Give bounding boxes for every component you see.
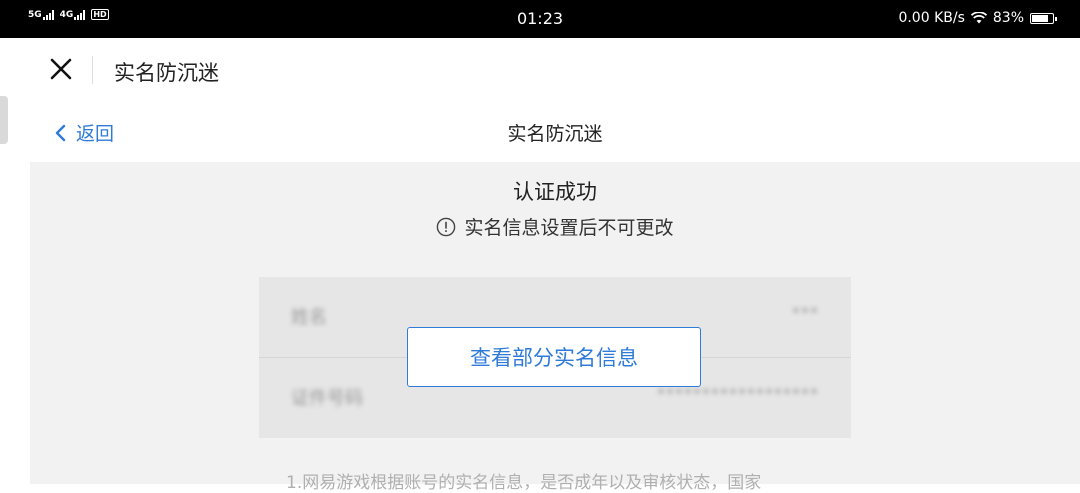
status-icons-right: 0.00 KB/s 83% <box>898 10 1057 26</box>
info-label-name: 姓名 <box>291 307 327 328</box>
success-title: 认证成功 <box>513 180 597 204</box>
close-icon[interactable] <box>48 56 74 82</box>
notice-text: 实名信息设置后不可更改 <box>464 217 674 239</box>
network-speed: 0.00 KB/s <box>898 10 965 26</box>
notice: 实名信息设置后不可更改 <box>30 213 1080 240</box>
content-area: 返回 实名防沉迷 认证成功 实名信息设置后不可更改 姓名 *** 证件号码 **… <box>30 102 1080 493</box>
outer-title: 实名防沉迷 <box>114 61 219 85</box>
inner-header: 返回 实名防沉迷 <box>30 102 1080 162</box>
info-label-id-number: 证件号码 <box>291 388 363 409</box>
edge-drag-handle[interactable] <box>0 96 8 144</box>
wifi-icon <box>970 12 987 24</box>
battery-fill <box>1032 14 1048 22</box>
battery-icon <box>1030 12 1057 24</box>
battery-percent: 83% <box>992 10 1024 26</box>
outer-nav-bar: 实名防沉迷 <box>0 38 1080 102</box>
info-circle-icon <box>437 217 456 236</box>
page-title: 实名防沉迷 <box>507 123 603 145</box>
status-bar: 5G 4G HD 01:23 0.00 KB/s 83% <box>0 0 1080 38</box>
info-value-name: *** <box>792 303 819 322</box>
nav-divider <box>92 56 93 84</box>
view-partial-info-button[interactable]: 查看部分实名信息 <box>407 327 701 387</box>
footer-text: 1.网易游戏根据账号的实名信息，是否成年以及审核状态，国家 <box>286 473 762 493</box>
